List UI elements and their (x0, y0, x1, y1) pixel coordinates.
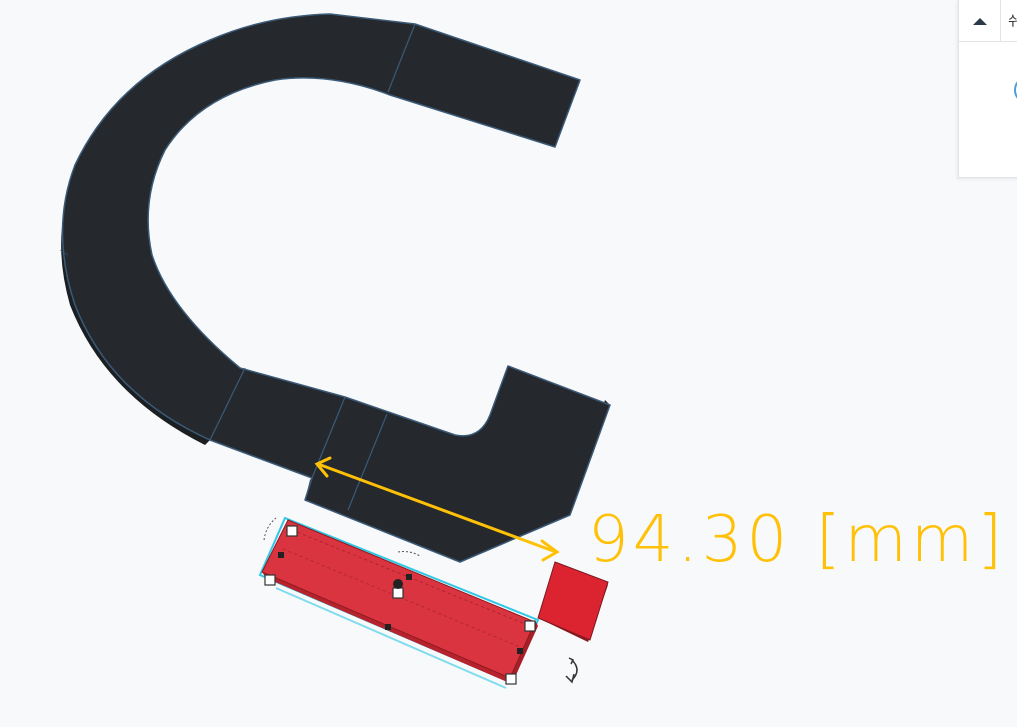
panel-header: 쉬 (959, 0, 1017, 42)
corner-handle-bottom-right (505, 673, 517, 685)
hook-shape[interactable] (59, 13, 611, 563)
lift-handle (393, 579, 403, 589)
panel-title: 쉬 (1008, 14, 1017, 30)
3d-scene[interactable] (0, 0, 1017, 727)
collapse-panel-button[interactable] (959, 0, 1001, 41)
rotate-icon[interactable] (565, 657, 578, 684)
workplane-canvas[interactable]: 94.30 [mm] (0, 0, 1017, 727)
corner-handle-top-right (524, 620, 536, 632)
edge-handle-left (278, 552, 284, 558)
height-handle (392, 587, 404, 599)
corner-handle-bottom-left (264, 574, 276, 586)
corner-handle-top-left (286, 525, 298, 537)
measurement-label: 94.30 [mm] (588, 503, 1007, 577)
edge-handle-bottom (385, 624, 391, 630)
edge-handle-right (517, 648, 523, 654)
edge-handle-top (406, 574, 412, 580)
shape-properties-panel: 쉬 (958, 0, 1017, 178)
chevron-up-icon (972, 17, 987, 25)
